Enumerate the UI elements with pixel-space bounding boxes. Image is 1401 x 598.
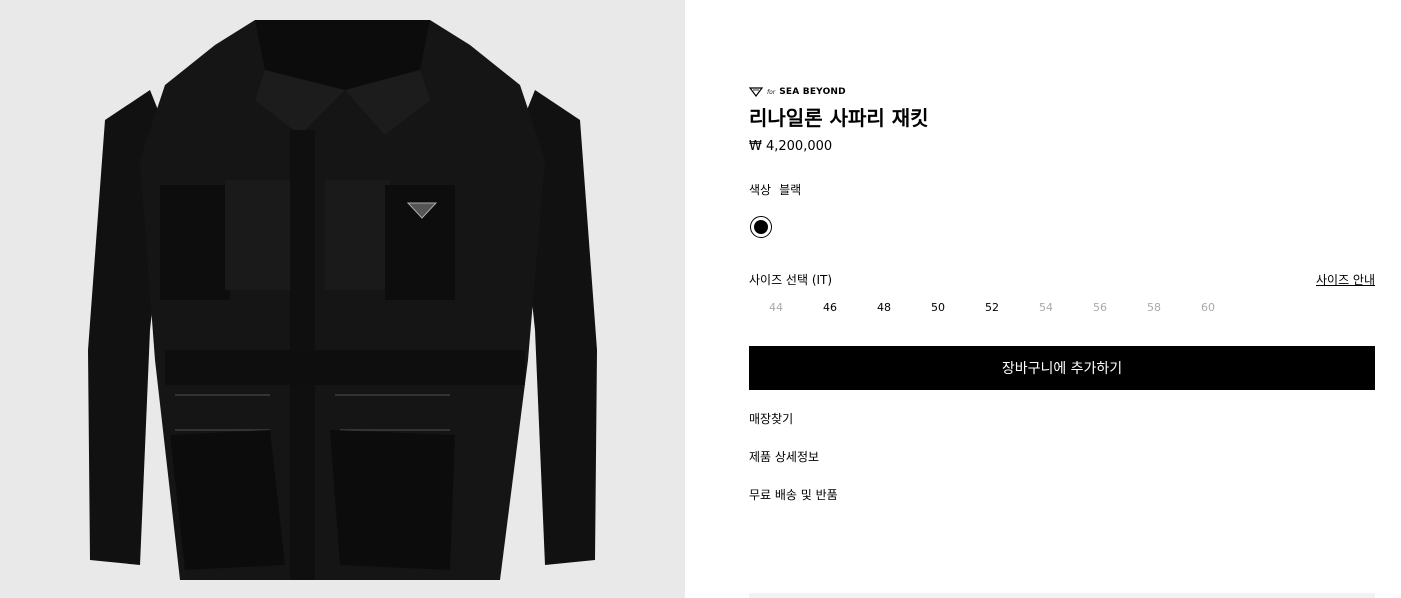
color-row: 색상 블랙 [749,181,801,198]
size-option[interactable]: 44 [749,301,803,314]
size-option[interactable]: 58 [1127,301,1181,314]
color-label: 색상 [749,183,772,197]
size-option[interactable]: 50 [911,301,965,314]
size-option[interactable]: 48 [857,301,911,314]
size-option[interactable]: 46 [803,301,857,314]
product-info: for SEA BEYOND 리나일론 사파리 재킷 ₩ 4,200,000 색… [749,0,1375,598]
shipping-returns-link[interactable]: 무료 배송 및 반품 [749,486,838,503]
size-label: 사이즈 선택 (IT) [749,273,833,287]
product-image [0,0,685,598]
size-guide-link[interactable]: 사이즈 안내 [1316,271,1375,288]
badge-brand-text: SEA BEYOND [779,87,846,97]
add-to-cart-button[interactable]: 장바구니에 추가하기 [749,346,1375,390]
triangle-logo-icon [749,87,763,97]
size-selector: 44 46 48 50 52 54 56 58 60 [749,301,1235,314]
product-title: 리나일론 사파리 재킷 [749,106,929,130]
size-option[interactable]: 52 [965,301,1019,314]
product-details-link[interactable]: 제품 상세정보 [749,448,819,465]
swatch-fill [754,220,768,234]
color-value: 블랙 [779,183,802,197]
color-swatch-black[interactable] [750,216,772,238]
badge-for-text: for [767,88,776,96]
size-option[interactable]: 54 [1019,301,1073,314]
sea-beyond-badge: for SEA BEYOND [749,86,846,98]
jacket-illustration [88,20,597,580]
size-option[interactable]: 56 [1073,301,1127,314]
size-option[interactable]: 60 [1181,301,1235,314]
product-price: ₩ 4,200,000 [749,139,833,154]
store-locator-link[interactable]: 매장찾기 [749,410,793,427]
bottom-panel [749,593,1375,598]
